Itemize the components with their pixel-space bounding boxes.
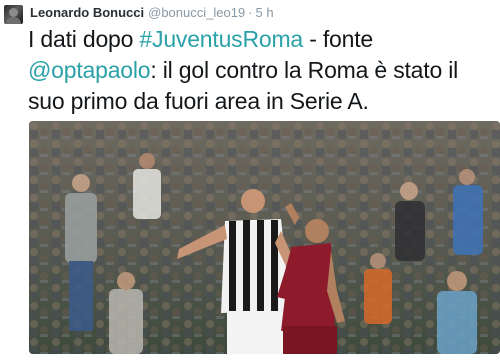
tweet-text: I dati dopo #JuventusRoma - fonte @optap… bbox=[28, 24, 496, 117]
author-handle[interactable]: @bonucci_leo19 bbox=[148, 5, 245, 20]
tweet-text-part1: I dati dopo bbox=[28, 26, 140, 52]
author-display-name[interactable]: Leonardo Bonucci bbox=[30, 5, 144, 20]
tweet-text-part2: - fonte bbox=[303, 26, 374, 52]
author-avatar[interactable] bbox=[4, 5, 23, 24]
tweet-card: Leonardo Bonucci @bonucci_leo19 · 5 h I dat… bbox=[0, 0, 500, 360]
photo-illustration bbox=[29, 121, 500, 354]
tweet-photo[interactable] bbox=[29, 121, 500, 354]
tweet-timestamp[interactable]: 5 h bbox=[256, 5, 274, 20]
mention-link[interactable]: @optapaolo bbox=[28, 57, 151, 83]
header-separator: · bbox=[248, 5, 253, 20]
tweet-header: Leonardo Bonucci @bonucci_leo19 · 5 h bbox=[30, 4, 274, 22]
hashtag-link[interactable]: #JuventusRoma bbox=[139, 26, 303, 52]
